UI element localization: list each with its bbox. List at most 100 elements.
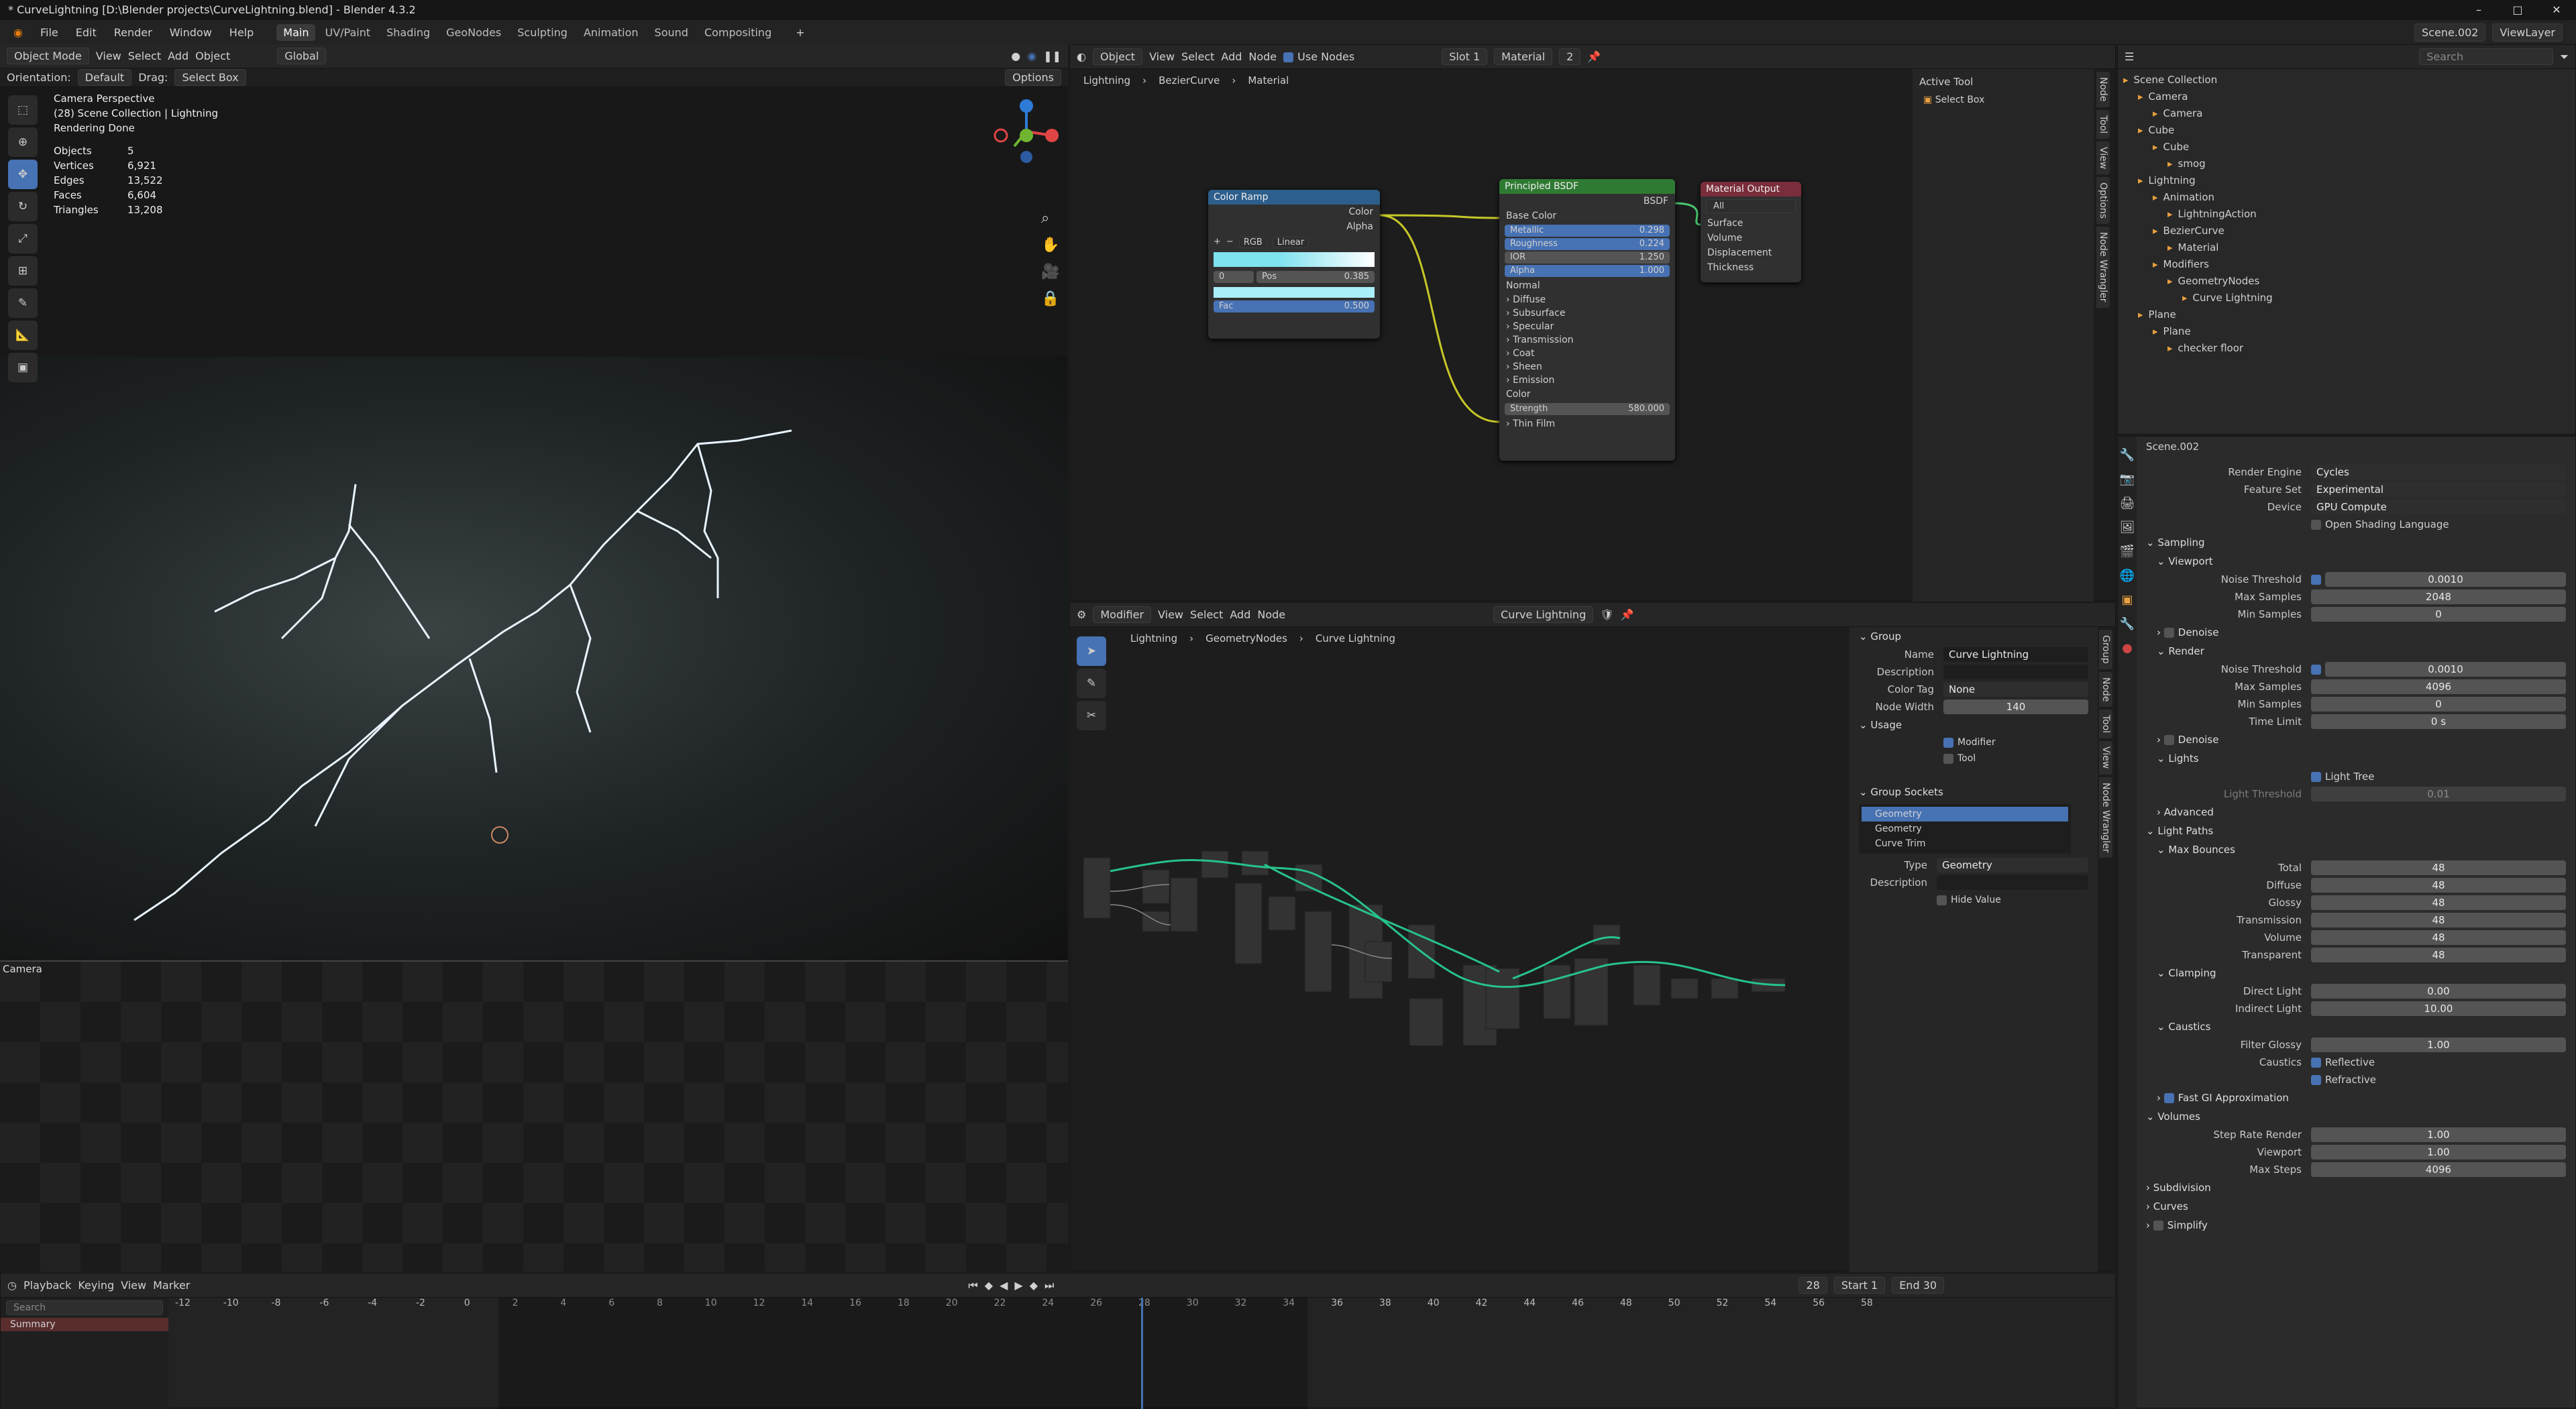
menu-edit[interactable]: Edit <box>69 24 103 41</box>
bsdf-panel-sheen[interactable]: › Sheen <box>1499 360 1675 374</box>
fast-gi-subsection[interactable]: › Fast GI Approximation <box>2137 1088 2575 1107</box>
socket-desc-input[interactable] <box>1937 875 2088 890</box>
geo-mode-dropdown[interactable]: Modifier <box>1093 606 1152 623</box>
hide-value-checkbox[interactable]: Hide Value <box>1849 891 2098 909</box>
outliner-row[interactable]: ▸ Lightning <box>2123 172 2570 189</box>
annotate-tool-icon[interactable]: ✎ <box>8 288 38 318</box>
pause-render-icon[interactable]: ❚❚ <box>1043 50 1061 62</box>
color-tag-dropdown[interactable]: None <box>1943 682 2088 697</box>
workspace-tab-geonodes[interactable]: GeoNodes <box>439 24 508 41</box>
geo-tab-view[interactable]: View <box>2099 741 2112 775</box>
curves-section[interactable]: › Curves <box>2137 1197 2575 1216</box>
current-frame-field[interactable]: 28 <box>1799 1277 1827 1294</box>
next-key-icon[interactable]: ◆ <box>1030 1279 1038 1292</box>
ramp-stop-color[interactable] <box>1214 287 1375 298</box>
tool-checkbox[interactable]: Tool <box>1943 750 2098 767</box>
select-tool-icon[interactable]: ⬚ <box>8 95 38 125</box>
ramp-remove-icon[interactable]: − <box>1226 237 1234 248</box>
node-width-field[interactable]: 140 <box>1943 699 2088 714</box>
outliner-row[interactable]: ▸ Camera <box>2123 105 2570 122</box>
outliner-row[interactable]: ▸ Curve Lightning <box>2123 290 2570 306</box>
tool-tab-icon[interactable]: 🔧 <box>2118 443 2137 467</box>
outliner-row[interactable]: ▸ Animation <box>2123 189 2570 206</box>
viewport-menu-object[interactable]: Object <box>195 50 230 62</box>
playhead[interactable] <box>1141 1298 1143 1409</box>
geo-menu-view[interactable]: View <box>1158 608 1183 621</box>
render-denoise[interactable]: › Denoise <box>2137 730 2575 749</box>
outliner-search[interactable]: Search <box>2419 48 2554 65</box>
outliner-row[interactable]: ▸ smog <box>2123 156 2570 172</box>
workspace-tab-animation[interactable]: Animation <box>577 24 645 41</box>
sampling-section[interactable]: ⌄ Sampling <box>2137 533 2575 552</box>
shader-tab-tool[interactable]: Tool <box>2096 109 2110 139</box>
prev-key-icon[interactable]: ◆ <box>985 1279 993 1292</box>
scene-selector[interactable]: Scene.002 <box>2414 23 2486 42</box>
light-threshold-field[interactable]: 0.01 <box>2311 787 2566 801</box>
light-tree-checkbox[interactable]: Light Tree <box>2137 768 2575 785</box>
geo-pin-icon[interactable]: 📌 <box>1621 608 1634 621</box>
geo-breadcrumb-tree[interactable]: Curve Lightning <box>1316 632 1395 644</box>
play-reverse-icon[interactable]: ◀ <box>1000 1279 1008 1292</box>
bsdf-panel-specular[interactable]: › Specular <box>1499 320 1675 333</box>
geo-menu-node[interactable]: Node <box>1257 608 1285 621</box>
viewport-menu-add[interactable]: Add <box>168 50 189 62</box>
outliner-row[interactable]: ▸ BezierCurve <box>2123 223 2570 239</box>
cursor-tool-icon[interactable]: ⊕ <box>8 127 38 157</box>
menu-playback[interactable]: Playback <box>23 1279 71 1292</box>
orientation-dropdown[interactable]: Default <box>77 69 132 86</box>
outliner-row[interactable]: ▸ checker floor <box>2123 340 2570 357</box>
refractive-checkbox[interactable]: Refractive <box>2311 1074 2376 1086</box>
strength-field[interactable]: Strength 580.000 <box>1505 403 1670 415</box>
step-rate-field[interactable]: 1.00 <box>2311 1127 2566 1142</box>
advanced-subsection[interactable]: › Advanced <box>2137 803 2575 822</box>
viewlayer-selector[interactable]: ViewLayer <box>2492 23 2563 42</box>
menu-marker[interactable]: Marker <box>153 1279 190 1292</box>
geo-breadcrumb-modifier[interactable]: GeometryNodes <box>1205 632 1287 644</box>
geo-tab-group[interactable]: Group <box>2099 630 2112 669</box>
ramp-gradient[interactable] <box>1214 252 1375 267</box>
camera-view-icon[interactable]: 🎥 <box>1041 259 1059 286</box>
viewport-menu-view[interactable]: View <box>96 50 121 62</box>
geo-menu-select[interactable]: Select <box>1190 608 1223 621</box>
geo-link-cut-icon[interactable]: ✂ <box>1077 701 1106 730</box>
start-frame-field[interactable]: Start 1 <box>1833 1277 1886 1294</box>
viewport-denoise[interactable]: › Denoise <box>2137 623 2575 642</box>
material-tab-icon[interactable]: ● <box>2118 636 2137 661</box>
timeline-menu-view[interactable]: View <box>121 1279 146 1292</box>
object-tab-icon[interactable]: ▣ <box>2118 588 2137 612</box>
workspace-tab-main[interactable]: Main <box>276 23 316 41</box>
geo-select-tool-icon[interactable]: ➤ <box>1077 636 1106 666</box>
shader-tab-node[interactable]: Node <box>2096 72 2110 107</box>
shader-tab-options[interactable]: Options <box>2096 176 2110 225</box>
bounce-field[interactable]: 48 <box>2311 878 2566 893</box>
reflective-checkbox[interactable]: Reflective <box>2311 1056 2375 1068</box>
group-section[interactable]: ⌄ Group <box>1849 627 2098 646</box>
geo-tab-node-wrangler[interactable]: Node Wrangler <box>2099 777 2112 858</box>
ramp-add-icon[interactable]: + <box>1214 237 1221 248</box>
menu-render[interactable]: Render <box>107 24 159 41</box>
outliner-type-icon[interactable]: ☰ <box>2125 50 2134 63</box>
bsdf-panel-diffuse[interactable]: › Diffuse <box>1499 293 1675 306</box>
transform-tool-icon[interactable]: ⊞ <box>8 256 38 286</box>
outliner-row[interactable]: ▸ Cube <box>2123 122 2570 139</box>
group-desc-input[interactable] <box>1943 665 2088 679</box>
metallic-field[interactable]: Metallic 0.298 <box>1505 225 1670 237</box>
blender-logo-icon[interactable]: ◉ <box>7 24 30 41</box>
rotate-tool-icon[interactable]: ↻ <box>8 192 38 221</box>
navigation-gizmo[interactable] <box>993 98 1060 165</box>
output-tab-icon[interactable]: 🖨 <box>2118 492 2137 516</box>
ior-field[interactable]: IOR 1.250 <box>1505 251 1670 264</box>
thin-film-panel[interactable]: › Thin Film <box>1499 416 1675 431</box>
viewport-subsection[interactable]: ⌄ Viewport <box>2137 552 2575 571</box>
pan-hand-icon[interactable]: ✋ <box>1041 232 1059 259</box>
outliner-row[interactable]: ▸ Modifiers <box>2123 256 2570 273</box>
outliner-row[interactable]: ▸ Scene Collection <box>2123 72 2570 89</box>
outliner-row[interactable]: ▸ Plane <box>2123 323 2570 340</box>
alpha-field[interactable]: Alpha 1.000 <box>1505 265 1670 277</box>
volumes-section[interactable]: ⌄ Volumes <box>2137 1107 2575 1126</box>
render-noise-field[interactable]: 0.0010 <box>2325 662 2566 677</box>
add-cube-tool-icon[interactable]: ▣ <box>8 353 38 382</box>
workspace-tab-sound[interactable]: Sound <box>648 24 695 41</box>
menu-help[interactable]: Help <box>223 24 260 41</box>
principled-bsdf-node[interactable]: Principled BSDF BSDF Base Color Metallic… <box>1499 179 1675 461</box>
